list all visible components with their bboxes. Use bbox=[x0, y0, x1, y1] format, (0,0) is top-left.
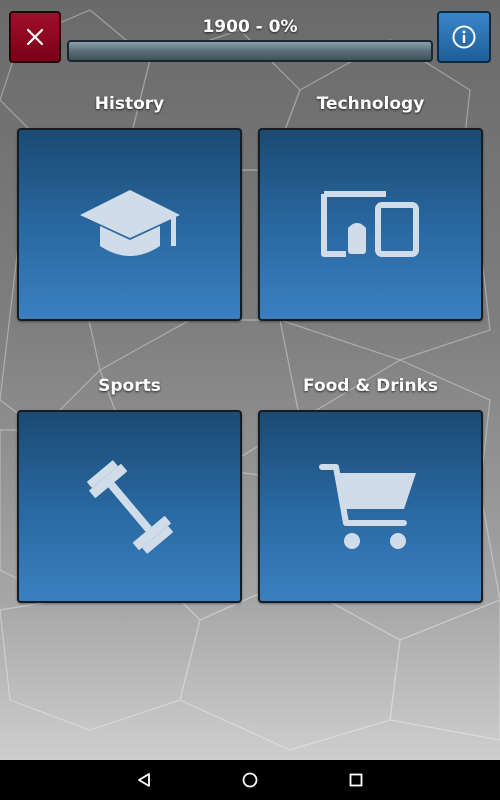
info-button[interactable] bbox=[437, 11, 491, 63]
category-sports-button[interactable] bbox=[17, 410, 242, 603]
category-title: Technology bbox=[316, 94, 425, 114]
recents-square-icon bbox=[349, 773, 363, 787]
category-title: History bbox=[94, 94, 165, 114]
progress-bar bbox=[67, 40, 433, 62]
top-bar: 1900 - 0% bbox=[0, 0, 500, 70]
graduation-cap-icon bbox=[79, 189, 180, 256]
system-navigation-bar bbox=[0, 760, 500, 800]
category-history-button[interactable] bbox=[17, 128, 242, 321]
category-title: Food & Drinks bbox=[303, 376, 438, 396]
close-icon bbox=[26, 28, 44, 46]
dumbbell-icon bbox=[86, 459, 173, 554]
close-button[interactable] bbox=[9, 11, 61, 63]
home-circle-icon bbox=[242, 772, 258, 788]
nav-back-button[interactable] bbox=[124, 768, 164, 792]
nav-home-button[interactable] bbox=[230, 768, 270, 792]
devices-icon bbox=[320, 190, 419, 257]
category-food-drinks-button[interactable] bbox=[258, 410, 483, 603]
nav-recents-button[interactable] bbox=[336, 768, 376, 792]
shopping-cart-icon bbox=[318, 463, 416, 549]
category-title: Sports bbox=[98, 376, 161, 396]
progress-label: 1900 - 0% bbox=[202, 17, 298, 37]
category-technology-button[interactable] bbox=[258, 128, 483, 321]
info-icon bbox=[452, 25, 476, 49]
back-triangle-icon bbox=[138, 773, 150, 787]
quiz-category-screen: 1900 - 0% History Technology Sports Food… bbox=[0, 0, 500, 800]
